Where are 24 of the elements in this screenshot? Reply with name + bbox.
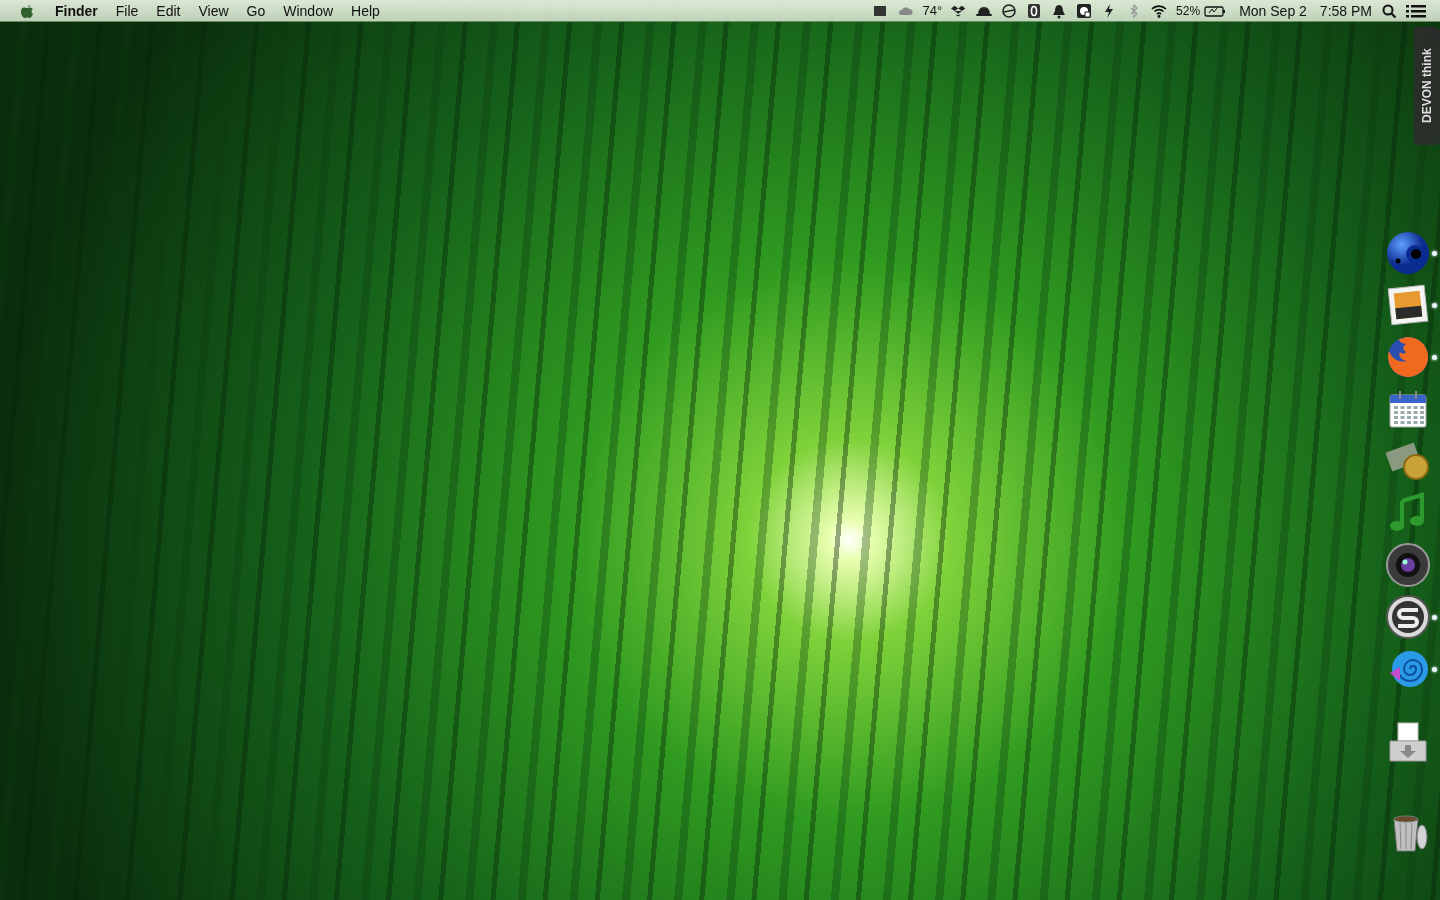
s-logo-icon[interactable] [1385,594,1431,640]
menu-item[interactable]: Go [237,2,275,19]
menu-item[interactable]: Help [342,2,389,19]
devonthink-side-tab[interactable]: DEVON think [1414,27,1440,145]
number-zero-icon[interactable] [1026,2,1043,19]
bell-icon[interactable] [1051,2,1068,19]
battery-percent[interactable]: 52% [1176,3,1201,18]
menu-list-icon[interactable] [1406,2,1426,19]
time-text[interactable]: 7:58 PM [1319,2,1372,19]
circle-gauge-icon[interactable] [1001,2,1018,19]
menu-item[interactable]: File [106,2,148,19]
wifi-icon[interactable] [1151,2,1168,19]
disk-lock-icon[interactable] [1076,2,1093,19]
search-icon[interactable] [1381,2,1397,19]
fox-globe-icon[interactable] [1385,334,1431,380]
apple-logo-icon[interactable] [20,2,34,19]
menu-item[interactable]: Window [274,2,343,19]
app-menu[interactable]: Finder [46,2,107,19]
camera-lens-icon[interactable] [1385,542,1431,588]
temperature-reading[interactable]: 74° [922,3,943,18]
menu-item[interactable]: Edit [147,2,190,19]
date-text[interactable]: Mon Sep 2 [1239,2,1307,19]
sphere-app-icon[interactable] [1385,230,1431,276]
menu-item[interactable]: View [189,2,238,19]
